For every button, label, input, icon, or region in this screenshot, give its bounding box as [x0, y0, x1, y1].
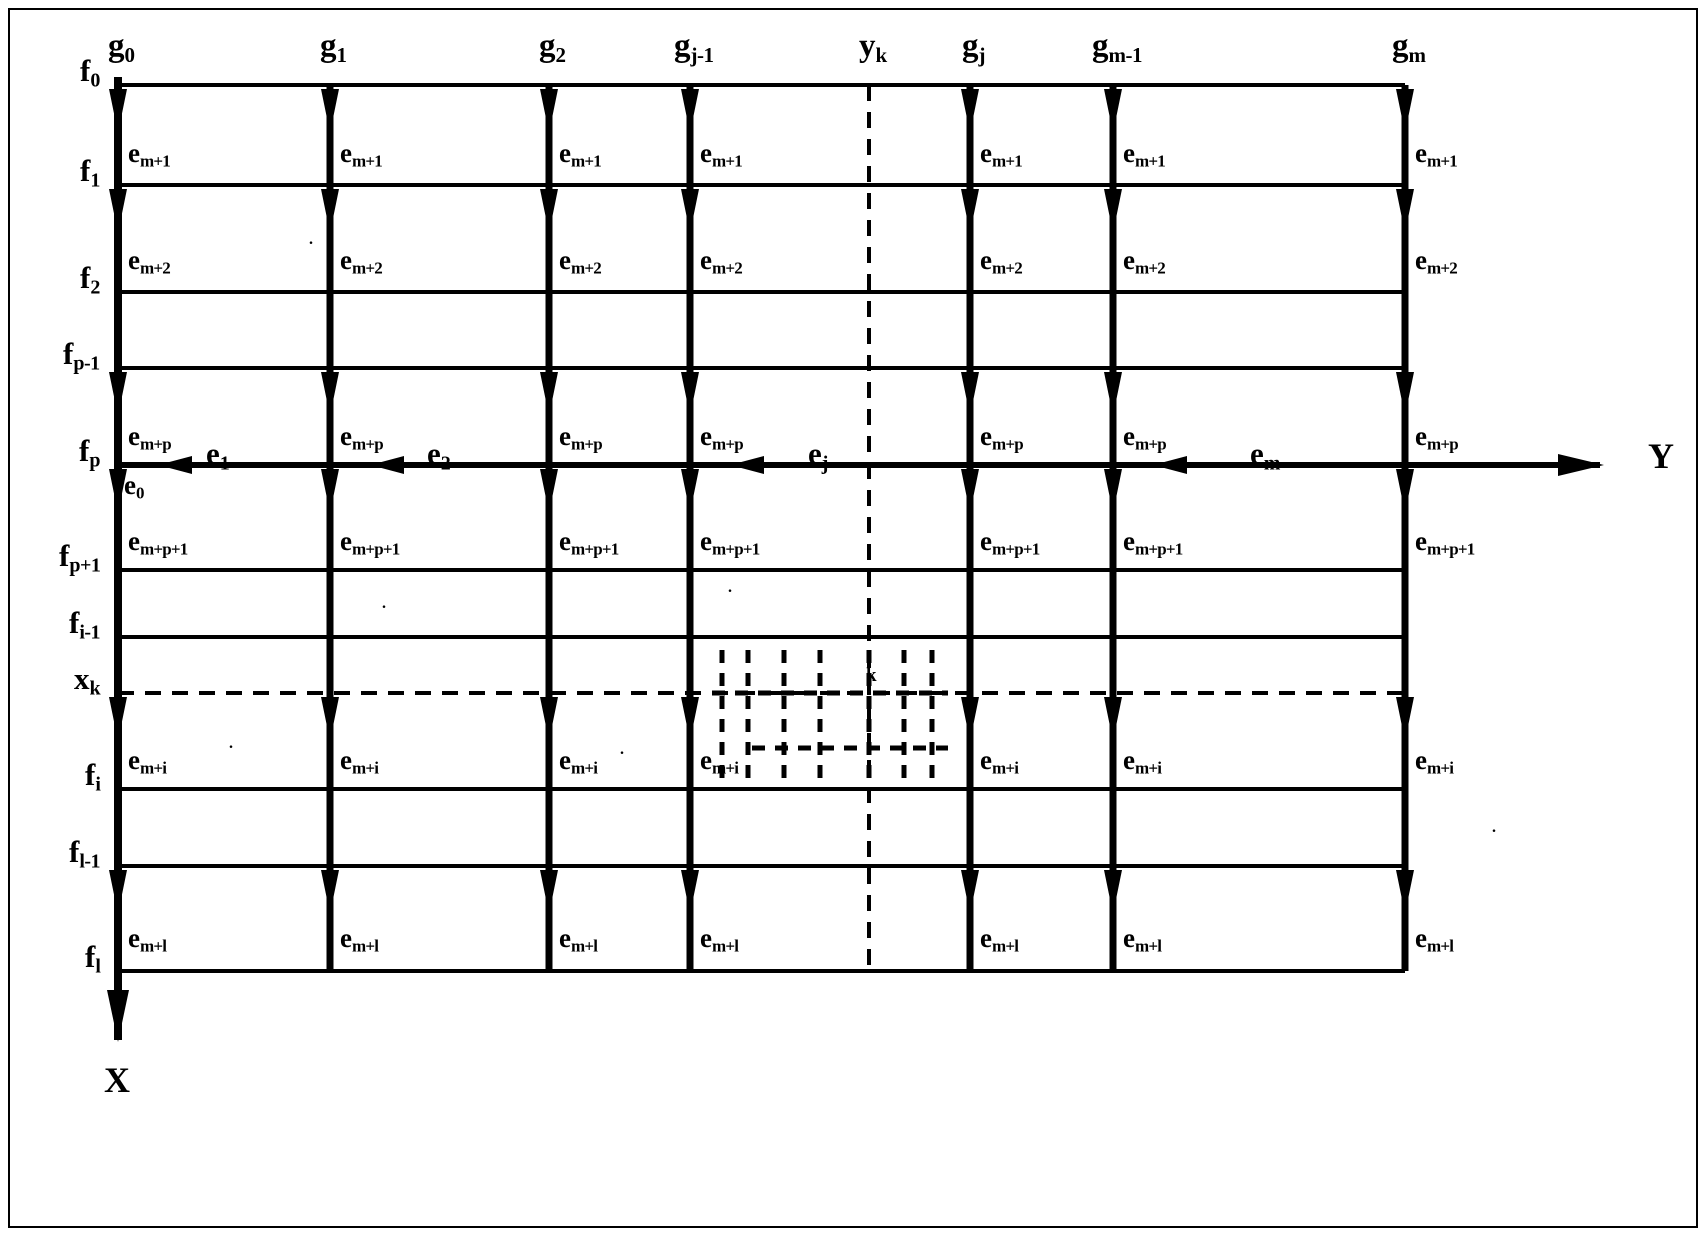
row-label-fp+1: fp+1 — [59, 538, 101, 577]
cell-label: em+p+1 — [128, 526, 188, 559]
cell-label: em+p+1 — [1415, 526, 1475, 559]
mesh-grid — [107, 77, 1604, 1042]
cell-label: em+p — [128, 421, 172, 454]
column-label-gm-1: gm-1 — [1092, 28, 1142, 67]
cell-label: em+i — [1415, 745, 1454, 778]
cell-label: em+1 — [700, 138, 743, 171]
vertical-gridlines — [326, 85, 1409, 971]
main-axes — [114, 77, 1600, 1040]
column-label-yk: yk — [859, 28, 887, 67]
row-label-fl: fl — [85, 939, 101, 978]
scan-speck: . — [309, 231, 313, 248]
cell-label: em+2 — [1415, 245, 1458, 278]
subgrid-k-marker: k — [866, 665, 877, 686]
cell-label: em+p+1 — [559, 526, 619, 559]
cell-label: em+i — [128, 745, 167, 778]
cell-label: em+p+1 — [1123, 526, 1183, 559]
cell-label: em+1 — [980, 138, 1023, 171]
cell-label: em+2 — [340, 245, 383, 278]
scan-speck: . — [382, 595, 386, 612]
cell-label: em+1 — [340, 138, 383, 171]
column-label-g1: g1 — [320, 28, 347, 67]
axis-element-label: ej — [808, 436, 829, 475]
row-label-fl-1: fl-1 — [69, 834, 101, 873]
cell-label: em+p — [980, 421, 1024, 454]
cell-label: em+i — [1123, 745, 1162, 778]
cell-label: em+l — [700, 923, 739, 956]
cell-label: em+l — [559, 923, 598, 956]
cell-label: em+2 — [980, 245, 1023, 278]
cell-label: em+2 — [559, 245, 602, 278]
origin-element-label: e0 — [124, 470, 144, 503]
row-label-f2: f2 — [80, 260, 100, 299]
cell-label: em+i — [700, 745, 739, 778]
cell-label: em+l — [1123, 923, 1162, 956]
axis-element-label: e2 — [427, 436, 451, 475]
figure-canvas: f0 f1 f2 fp-1 fp fp+1 fi-1 xk fi fl-1 fl g0 g1 g2 gj-… — [0, 0, 1706, 1236]
row-label-f0: f0 — [80, 53, 100, 92]
cell-label: em+p — [340, 421, 384, 454]
horizontal-gridlines — [118, 83, 1405, 973]
cell-label: em+i — [340, 745, 379, 778]
axis-element-label: em — [1250, 436, 1281, 475]
cell-label: em+p+1 — [700, 526, 760, 559]
x-axis-label: X — [104, 1060, 130, 1100]
cell-label: em+l — [340, 923, 379, 956]
row-label-fp: fp — [79, 433, 100, 472]
cell-label: em+l — [128, 923, 167, 956]
row-label-fi-1: fi-1 — [69, 605, 101, 644]
row-label-fi: fi — [85, 757, 101, 796]
axis-element-label: e1 — [206, 436, 230, 475]
cell-label: em+2 — [128, 245, 171, 278]
cell-label: em+2 — [1123, 245, 1166, 278]
cell-label: em+i — [559, 745, 598, 778]
cell-label: em+1 — [1123, 138, 1166, 171]
cell-label: em+p+1 — [980, 526, 1040, 559]
cell-label: em+1 — [1415, 138, 1458, 171]
column-label-g0: g0 — [108, 28, 135, 67]
cell-label: em+p — [1415, 421, 1459, 454]
column-label-g2: g2 — [539, 28, 566, 67]
cell-label: em+l — [980, 923, 1019, 956]
scan-speck: . — [1492, 819, 1496, 836]
column-label-gm: gm — [1392, 28, 1426, 67]
cell-label: em+p — [1123, 421, 1167, 454]
cell-label: em+i — [980, 745, 1019, 778]
cell-label: em+p+1 — [340, 526, 400, 559]
cell-label: em+l — [1415, 923, 1454, 956]
row-label-xk: xk — [74, 661, 101, 700]
row-label-fp-1: fp-1 — [63, 336, 100, 375]
cell-label: em+p — [559, 421, 603, 454]
scan-speck: . — [728, 579, 732, 596]
cell-label: em+p — [700, 421, 744, 454]
scan-speck: . — [620, 741, 624, 758]
fine-subgrid — [712, 650, 948, 785]
cell-label: em+1 — [128, 138, 171, 171]
column-label-gj-1: gj-1 — [674, 28, 714, 67]
column-label-gj: gj — [962, 28, 985, 67]
row-label-f1: f1 — [80, 153, 100, 192]
scan-speck: . — [229, 735, 233, 752]
cell-label: em+2 — [700, 245, 743, 278]
cell-label: em+1 — [559, 138, 602, 171]
y-axis-label: Y — [1648, 436, 1674, 476]
